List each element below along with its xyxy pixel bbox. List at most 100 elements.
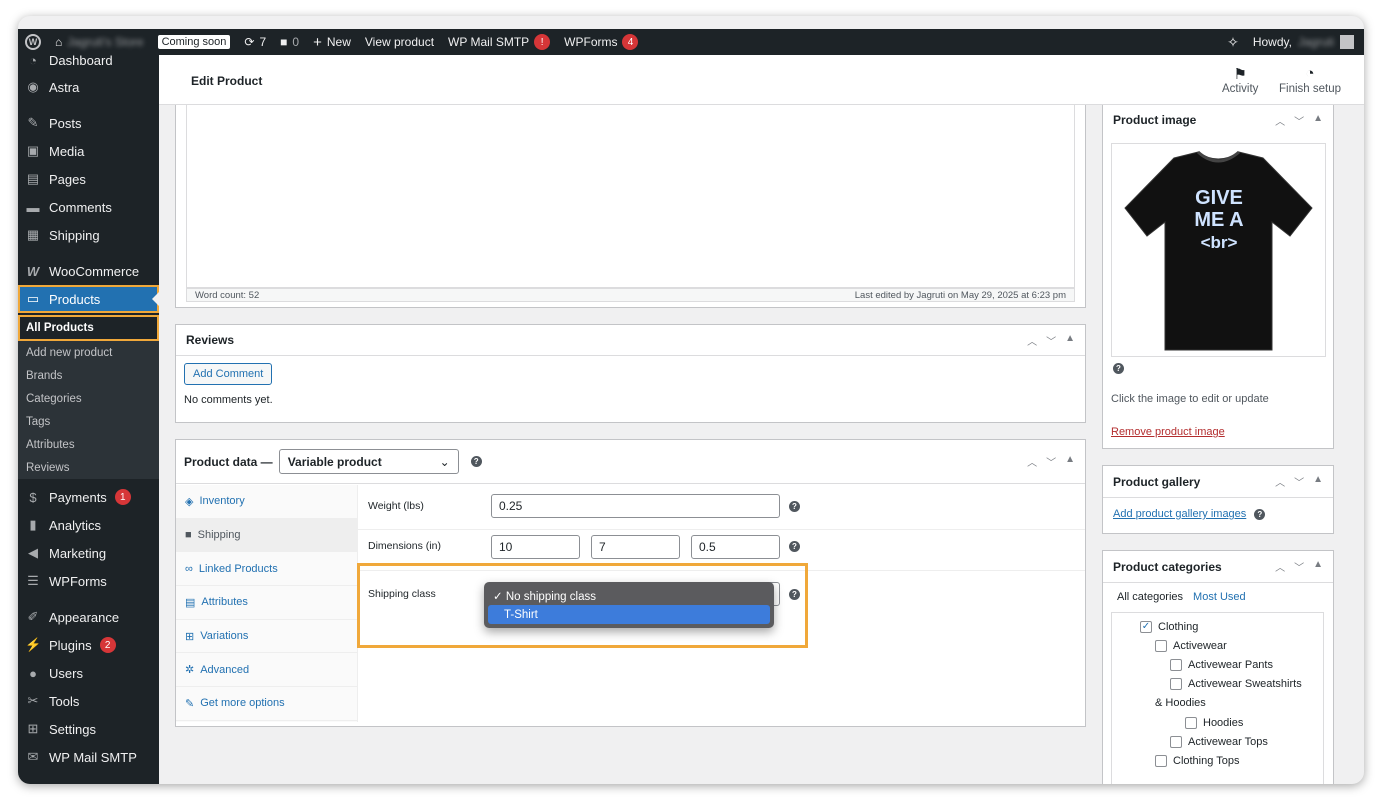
sidebar-item-wp-mail-smtp[interactable]: ✉ WP Mail SMTP (18, 743, 159, 771)
avatar[interactable] (1340, 35, 1354, 49)
submenu-attributes[interactable]: Attributes (18, 433, 159, 456)
category-checkbox[interactable] (1155, 639, 1167, 652)
product-image[interactable]: GIVE ME A <br> (1111, 143, 1326, 357)
move-up-icon[interactable]: ︿ (1027, 333, 1037, 348)
tab-get-more-options[interactable]: ✎ Get more options (176, 687, 357, 721)
collapse-icon[interactable]: ▲ (1313, 559, 1323, 574)
activity-button[interactable]: ⚑ Activity (1222, 65, 1258, 95)
move-down-icon[interactable]: ﹀ (1294, 113, 1304, 128)
sidebar-item-shipping[interactable]: ▦ Shipping (18, 221, 159, 249)
category-item[interactable]: Activewear Pants (1112, 655, 1323, 674)
category-checkbox[interactable] (1170, 658, 1182, 671)
categories-header: Product categories ︿ ﹀ ▲ (1103, 551, 1333, 583)
collapse-icon[interactable]: ▲ (1313, 113, 1323, 128)
wp-mail-smtp-menu[interactable]: WP Mail SMTP! (441, 34, 557, 50)
tab-most-used[interactable]: Most Used (1193, 591, 1246, 603)
category-item[interactable]: ✓ Clothing (1112, 617, 1323, 636)
updates-button[interactable]: ⟳ 7 (237, 35, 273, 49)
product-type-select[interactable]: Variable product ⌄ (278, 449, 459, 474)
length-input[interactable]: 10 (491, 535, 580, 559)
site-name-link[interactable]: ⌂ Jagruti's Store (48, 35, 151, 49)
category-checkbox[interactable] (1170, 678, 1182, 691)
comments-button[interactable]: ■ 0 (273, 35, 306, 49)
shipping-class-dropdown[interactable]: ✓ No shipping class T-Shirt (484, 582, 774, 628)
help-icon[interactable]: ? (470, 456, 482, 467)
tab-linked-products[interactable]: ∞ Linked Products (176, 552, 357, 587)
category-item[interactable]: & Hoodies (1112, 694, 1323, 713)
sidebar-item-settings[interactable]: ⊞ Settings (18, 715, 159, 743)
sidebar-item-woocommerce[interactable]: W WooCommerce (18, 257, 159, 285)
submenu-reviews[interactable]: Reviews (18, 456, 159, 479)
add-comment-button[interactable]: Add Comment (184, 363, 273, 385)
option-t-shirt[interactable]: T-Shirt (488, 605, 770, 624)
help-icon[interactable]: ? (1113, 363, 1124, 374)
category-item[interactable]: Clothing Tops (1112, 751, 1323, 770)
tab-all-categories[interactable]: All categories (1117, 591, 1183, 603)
sidebar-item-analytics[interactable]: ▮ Analytics (18, 511, 159, 539)
width-input[interactable]: 7 (591, 535, 680, 559)
tab-attributes[interactable]: ▤ Attributes (176, 586, 357, 620)
help-icon[interactable]: ? (1254, 508, 1266, 520)
sidebar-item-payments[interactable]: $ Payments 1 (18, 483, 159, 511)
sidebar-item-posts[interactable]: ✎ Posts (18, 109, 159, 137)
tab-variations[interactable]: ⊞ Variations (176, 620, 357, 654)
category-item[interactable]: Activewear Tops (1112, 732, 1323, 751)
sidebar-item-comments[interactable]: ▬ Comments (18, 193, 159, 221)
new-button[interactable]: + New (306, 34, 358, 51)
weight-input[interactable]: 0.25 (491, 494, 780, 518)
view-product-link[interactable]: View product (358, 35, 441, 49)
wordpress-logo-button[interactable]: W (18, 34, 48, 50)
sidebar-item-users[interactable]: ● Users (18, 659, 159, 687)
sidebar-item-plugins[interactable]: ⚡ Plugins 2 (18, 631, 159, 659)
sidebar-item-media[interactable]: ▣ Media (18, 137, 159, 165)
help-icon[interactable]: ? (789, 541, 800, 552)
submenu-brands[interactable]: Brands (18, 364, 159, 387)
move-down-icon[interactable]: ﹀ (1294, 474, 1304, 489)
sidebar-item-astra[interactable]: ◉ Astra (18, 73, 159, 101)
sidebar-item-products[interactable]: ▭ Products (18, 285, 159, 313)
tab-shipping[interactable]: ■ Shipping (176, 518, 357, 553)
user-name[interactable]: Jagruti (1298, 35, 1334, 49)
move-down-icon[interactable]: ﹀ (1294, 559, 1304, 574)
category-item[interactable]: Activewear (1112, 636, 1323, 655)
add-gallery-images-link[interactable]: Add product gallery images (1113, 508, 1246, 520)
move-up-icon[interactable]: ︿ (1027, 454, 1037, 469)
ai-sparkle-icon[interactable]: ✧ (1227, 34, 1239, 51)
collapse-icon[interactable]: ▲ (1065, 333, 1075, 348)
collapse-icon[interactable]: ▲ (1313, 474, 1323, 489)
sidebar-label: WP Mail SMTP (49, 749, 137, 765)
sidebar-item-tools[interactable]: ✂ Tools (18, 687, 159, 715)
category-item[interactable]: Hoodies (1112, 713, 1323, 732)
wpforms-menu[interactable]: WPForms 4 (557, 34, 645, 50)
editor-content[interactable] (186, 105, 1075, 288)
sidebar-item-dashboard[interactable]: ◔ Dashboard (18, 55, 159, 68)
move-down-icon[interactable]: ﹀ (1046, 333, 1056, 348)
coming-soon-badge[interactable]: Coming soon (151, 35, 238, 49)
grid-icon: ⊞ (185, 630, 195, 643)
remove-product-image-link[interactable]: Remove product image (1111, 426, 1225, 438)
category-checkbox[interactable] (1155, 754, 1167, 767)
sidebar-item-marketing[interactable]: ◀ Marketing (18, 539, 159, 567)
sidebar-item-wpforms[interactable]: ☰ WPForms (18, 567, 159, 595)
submenu-add-new-product[interactable]: Add new product (18, 341, 159, 364)
submenu-categories[interactable]: Categories (18, 387, 159, 410)
move-up-icon[interactable]: ︿ (1275, 474, 1285, 489)
category-checkbox[interactable] (1185, 716, 1197, 729)
move-up-icon[interactable]: ︿ (1275, 559, 1285, 574)
collapse-icon[interactable]: ▲ (1065, 454, 1075, 469)
category-checkbox[interactable]: ✓ (1140, 620, 1152, 633)
tab-advanced[interactable]: ✲ Advanced (176, 653, 357, 688)
category-checkbox[interactable] (1170, 735, 1182, 748)
option-no-shipping-class[interactable]: ✓ No shipping class (488, 586, 770, 605)
tab-inventory[interactable]: ◈ Inventory (176, 485, 357, 519)
height-input[interactable]: 0.5 (691, 535, 780, 559)
finish-setup-button[interactable]: ◔ Finish setup (1279, 65, 1341, 95)
submenu-all-products[interactable]: All Products (18, 315, 159, 341)
move-down-icon[interactable]: ﹀ (1046, 454, 1056, 469)
help-icon[interactable]: ? (789, 501, 800, 512)
category-item[interactable]: Activewear Sweatshirts (1112, 675, 1323, 694)
submenu-tags[interactable]: Tags (18, 410, 159, 433)
sidebar-item-pages[interactable]: ▤ Pages (18, 165, 159, 193)
sidebar-item-appearance[interactable]: ✐ Appearance (18, 603, 159, 631)
move-up-icon[interactable]: ︿ (1275, 113, 1285, 128)
